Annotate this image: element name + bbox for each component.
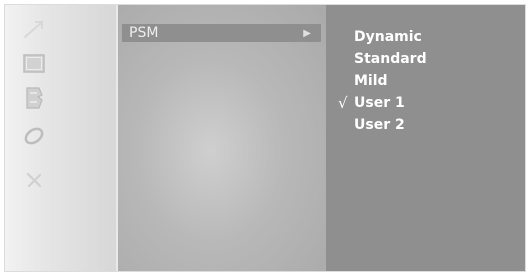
option-label: User 2: [354, 117, 405, 133]
option-label: Standard: [354, 51, 427, 67]
option-user-2[interactable]: User 2: [336, 114, 427, 136]
option-label: Dynamic: [354, 29, 422, 45]
option-dynamic[interactable]: Dynamic: [336, 26, 427, 48]
sound-icon[interactable]: [21, 85, 47, 111]
checkmark-icon: √: [338, 94, 348, 112]
picture-icon[interactable]: [21, 51, 47, 77]
psm-options-panel: Dynamic Standard Mild √ User 1 User 2: [326, 5, 525, 271]
menu-icon-rail: [5, 5, 116, 271]
menu-item-label: PSM: [129, 25, 159, 41]
setup-icon[interactable]: [21, 17, 47, 43]
menu-item-psm[interactable]: PSM ▶: [122, 24, 321, 42]
special-icon[interactable]: [21, 167, 47, 193]
option-label: User 1: [354, 95, 405, 111]
option-mild[interactable]: Mild: [336, 70, 427, 92]
option-user-1[interactable]: √ User 1: [336, 92, 427, 114]
time-icon[interactable]: [21, 123, 47, 149]
submenu-arrow-icon: ▶: [303, 27, 311, 39]
psm-option-list: Dynamic Standard Mild √ User 1 User 2: [336, 26, 427, 136]
main-menu-panel: PSM ▶: [116, 5, 326, 271]
osd-menu-window: PSM ▶ Dynamic Standard Mild √ User 1 Use…: [4, 4, 526, 272]
option-label: Mild: [354, 73, 388, 89]
option-standard[interactable]: Standard: [336, 48, 427, 70]
